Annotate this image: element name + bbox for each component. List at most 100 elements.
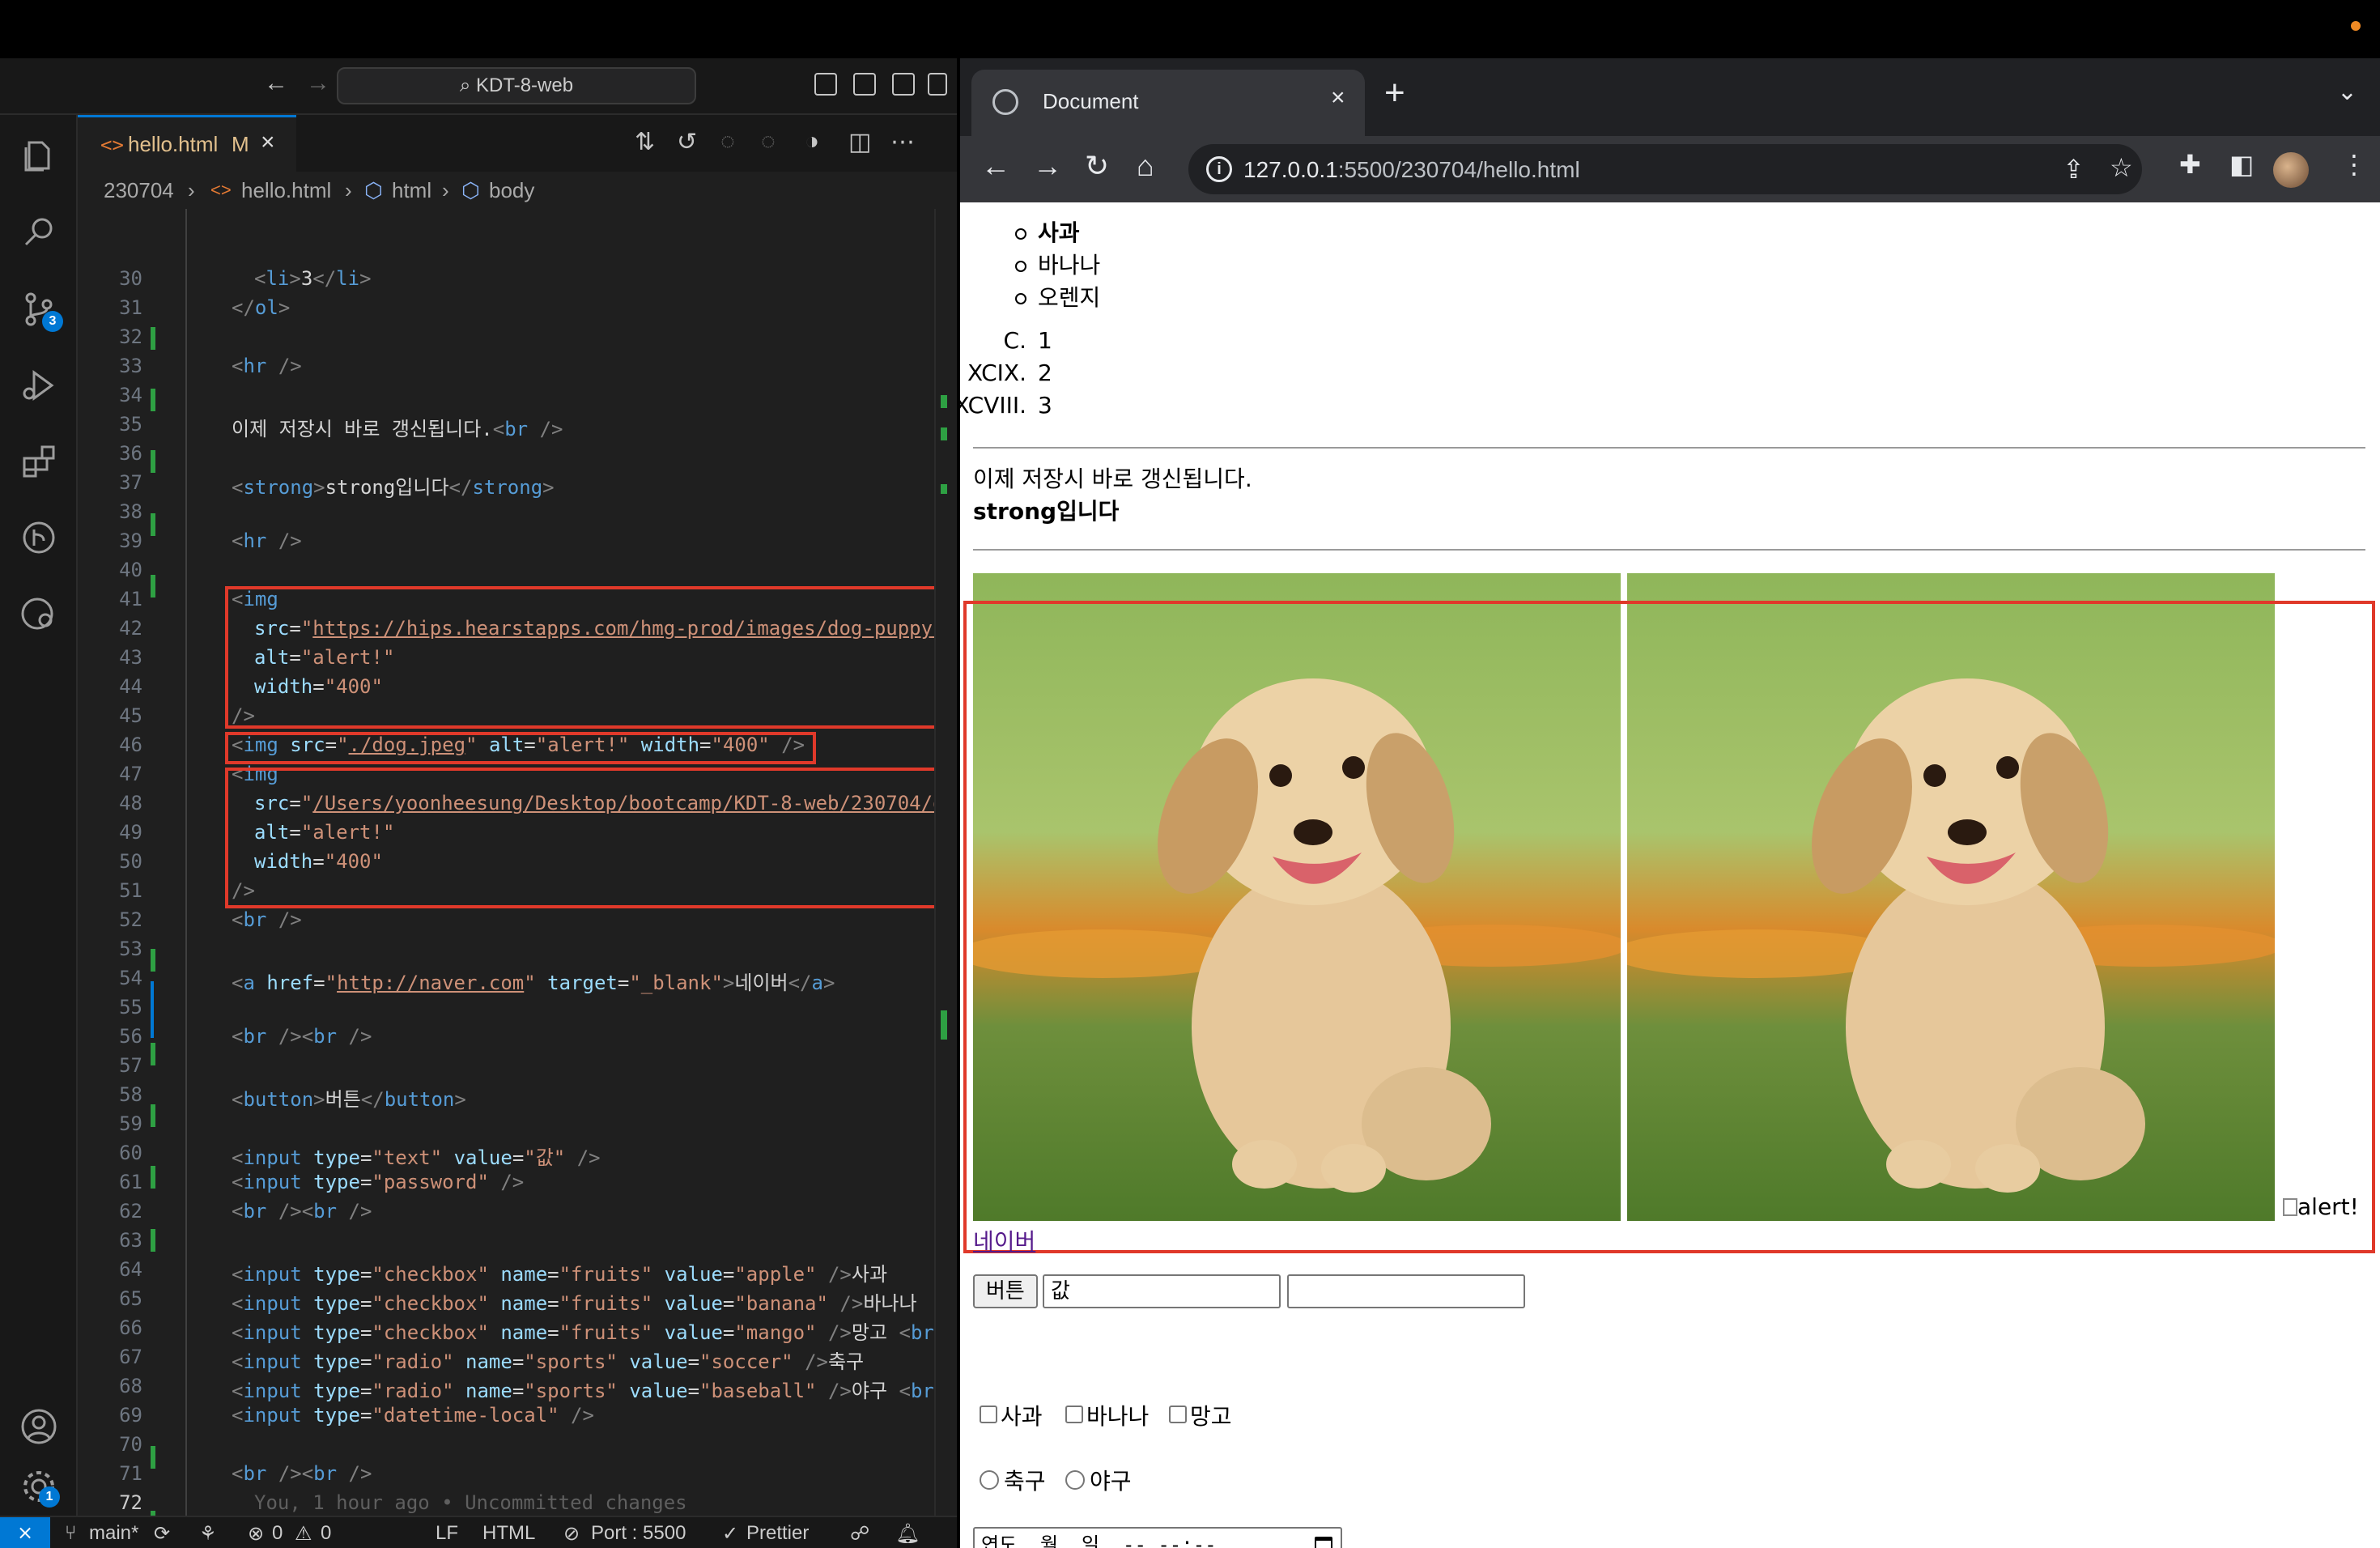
back-arrow-icon[interactable]: ←	[981, 149, 1010, 183]
code-editor[interactable]: 30 31 32 33 34 35 36 37 38 39 40 41 42 4…	[78, 209, 957, 1516]
line-number: 30	[119, 267, 142, 290]
breadcrumb-body[interactable]: body	[489, 178, 534, 203]
notifications-bell-icon[interactable]: 🔔︎	[895, 1522, 920, 1546]
extensions-puzzle-icon[interactable]: ✚	[2179, 149, 2201, 180]
git-added-marker	[151, 1104, 155, 1127]
element-icon: ⬡	[364, 178, 383, 202]
chrome-window: Document × + ⌄ ← → ↻ ⌂ i 127.0.0.1:5500/…	[960, 58, 2380, 1548]
bookmark-star-icon[interactable]: ☆	[2110, 152, 2133, 183]
remote-explorer-icon[interactable]	[19, 594, 58, 633]
browser-tab[interactable]: Document ×	[971, 70, 1365, 136]
annotation-box-remote-img	[225, 586, 950, 729]
code-line: <br />	[232, 908, 302, 931]
password-input[interactable]	[1287, 1274, 1525, 1308]
revert-icon[interactable]: ↺	[677, 128, 697, 156]
search-icon[interactable]	[19, 212, 58, 251]
scrollbar-change-marker	[941, 1010, 947, 1040]
new-tab-plus-icon[interactable]: +	[1384, 73, 1405, 113]
breadcrumb: 230704 › <> hello.html › ⬡ html › ⬡ body	[78, 172, 957, 212]
datetime-input[interactable]: 연도. 월. 일. -- --:--	[973, 1527, 1342, 1548]
branch-name[interactable]: main*	[89, 1522, 138, 1545]
go-live-icon[interactable]: ◑	[805, 128, 819, 155]
tab-search-chevron-icon[interactable]: ⌄	[2337, 78, 2357, 106]
list-item: 오렌지	[1038, 284, 1101, 311]
reload-icon[interactable]: ↻	[1085, 149, 1109, 183]
forward-arrow-icon[interactable]: →	[1033, 149, 1062, 183]
calendar-icon[interactable]	[1315, 1537, 1332, 1548]
page-viewport: 사과 바나나 오렌지 C. 1 XCIX. 2 XCVIII. 3 이제 저장시…	[960, 202, 2380, 1548]
close-tab-icon[interactable]: ×	[261, 129, 275, 156]
git-added-marker	[151, 1229, 155, 1252]
editor-scrollbar[interactable]	[934, 209, 957, 1516]
breadcrumb-file[interactable]: hello.html	[241, 178, 331, 203]
share-icon[interactable]: ⇪	[2063, 154, 2085, 185]
chrome-menu-icon[interactable]: ⋮	[2341, 149, 2367, 180]
live-server-icon: ⊘	[563, 1523, 580, 1545]
explorer-icon[interactable]	[19, 136, 58, 175]
breadcrumb-html[interactable]: html	[392, 178, 431, 203]
home-icon[interactable]: ⌂	[1137, 149, 1154, 183]
toggle-panel-icon[interactable]	[853, 73, 876, 96]
git-graph-status-icon[interactable]: ⚘	[199, 1522, 217, 1546]
breadcrumb-separator-icon: ›	[345, 178, 352, 202]
open-changes-icon[interactable]: ⇅	[635, 128, 655, 156]
language-mode[interactable]: HTML	[482, 1522, 535, 1545]
sync-icon[interactable]: ⟳	[154, 1522, 170, 1546]
prettier-status[interactable]: Prettier	[746, 1522, 809, 1545]
radio-soccer[interactable]	[980, 1470, 999, 1490]
line-number: 70	[119, 1433, 142, 1456]
breadcrumb-separator-icon: ›	[442, 178, 449, 202]
eol-indicator[interactable]: LF	[436, 1522, 458, 1545]
checkbox-mango[interactable]	[1169, 1406, 1187, 1423]
breadcrumb-folder[interactable]: 230704	[104, 178, 174, 203]
manage-gear-icon[interactable]: 1	[19, 1467, 60, 1508]
accounts-icon[interactable]	[19, 1407, 58, 1446]
close-tab-icon[interactable]: ×	[1331, 84, 1345, 112]
line-number: 68	[119, 1375, 142, 1397]
more-actions-icon[interactable]: ⋯	[890, 128, 915, 156]
tab-hello-html[interactable]: <> hello.html M ×	[78, 115, 296, 172]
naver-link[interactable]: 네이버	[973, 1224, 1035, 1257]
profile-avatar[interactable]	[2273, 152, 2309, 188]
annotation-box-relative-img	[225, 732, 816, 764]
checkbox-banana[interactable]	[1065, 1406, 1083, 1423]
git-modified-marker	[151, 981, 154, 1038]
previous-change-icon[interactable]: ◌	[720, 128, 735, 155]
editor-tabs: <> hello.html M ×	[78, 115, 957, 172]
back-arrow-icon[interactable]: ←	[264, 70, 288, 97]
error-count[interactable]: 0	[272, 1522, 283, 1545]
address-bar[interactable]: i 127.0.0.1:5500/230704/hello.html ⇪ ☆	[1188, 144, 2142, 194]
run-debug-icon[interactable]	[19, 366, 58, 405]
toggle-secondary-sidebar-icon[interactable]	[892, 73, 915, 96]
live-server-port[interactable]: Port : 5500	[591, 1522, 686, 1545]
text-input[interactable]: 값	[1043, 1274, 1281, 1308]
side-panel-icon[interactable]: ◧	[2229, 149, 2254, 180]
code-line: <hr />	[232, 355, 302, 377]
refresh-text: 이제 저장시 바로 갱신됩니다.	[973, 466, 1252, 492]
checkbox-apple[interactable]	[980, 1406, 997, 1423]
next-change-icon[interactable]: ◌	[761, 128, 776, 155]
scrollbar-change-marker	[941, 427, 947, 440]
line-number: 61	[119, 1171, 142, 1193]
git-added-marker	[151, 1166, 155, 1189]
command-center-search[interactable]: ⌕ KDT-8-web	[337, 67, 696, 104]
site-info-icon[interactable]: i	[1206, 156, 1232, 182]
line-number: 67	[119, 1346, 142, 1368]
source-control-icon[interactable]: 3	[19, 290, 63, 332]
toggle-sidebar-icon[interactable]	[814, 73, 837, 96]
radio-baseball[interactable]	[1065, 1470, 1085, 1490]
line-number: 66	[119, 1316, 142, 1339]
extensions-icon[interactable]	[19, 442, 58, 481]
split-editor-icon[interactable]: ◫	[848, 128, 871, 156]
git-graph-icon[interactable]	[19, 518, 58, 557]
warning-count[interactable]: 0	[321, 1522, 331, 1545]
forward-arrow-icon[interactable]: →	[306, 70, 330, 97]
line-number: 60	[119, 1142, 142, 1164]
remote-indicator-icon[interactable]: ⨯	[0, 1517, 50, 1548]
customize-layout-icon[interactable]	[928, 73, 947, 96]
feedback-icon[interactable]: ☍	[850, 1522, 869, 1546]
code-line: </ol>	[232, 296, 291, 319]
plain-button[interactable]: 버튼	[973, 1274, 1038, 1308]
line-number: 39	[119, 529, 142, 552]
list-item: 사과	[1038, 219, 1080, 246]
